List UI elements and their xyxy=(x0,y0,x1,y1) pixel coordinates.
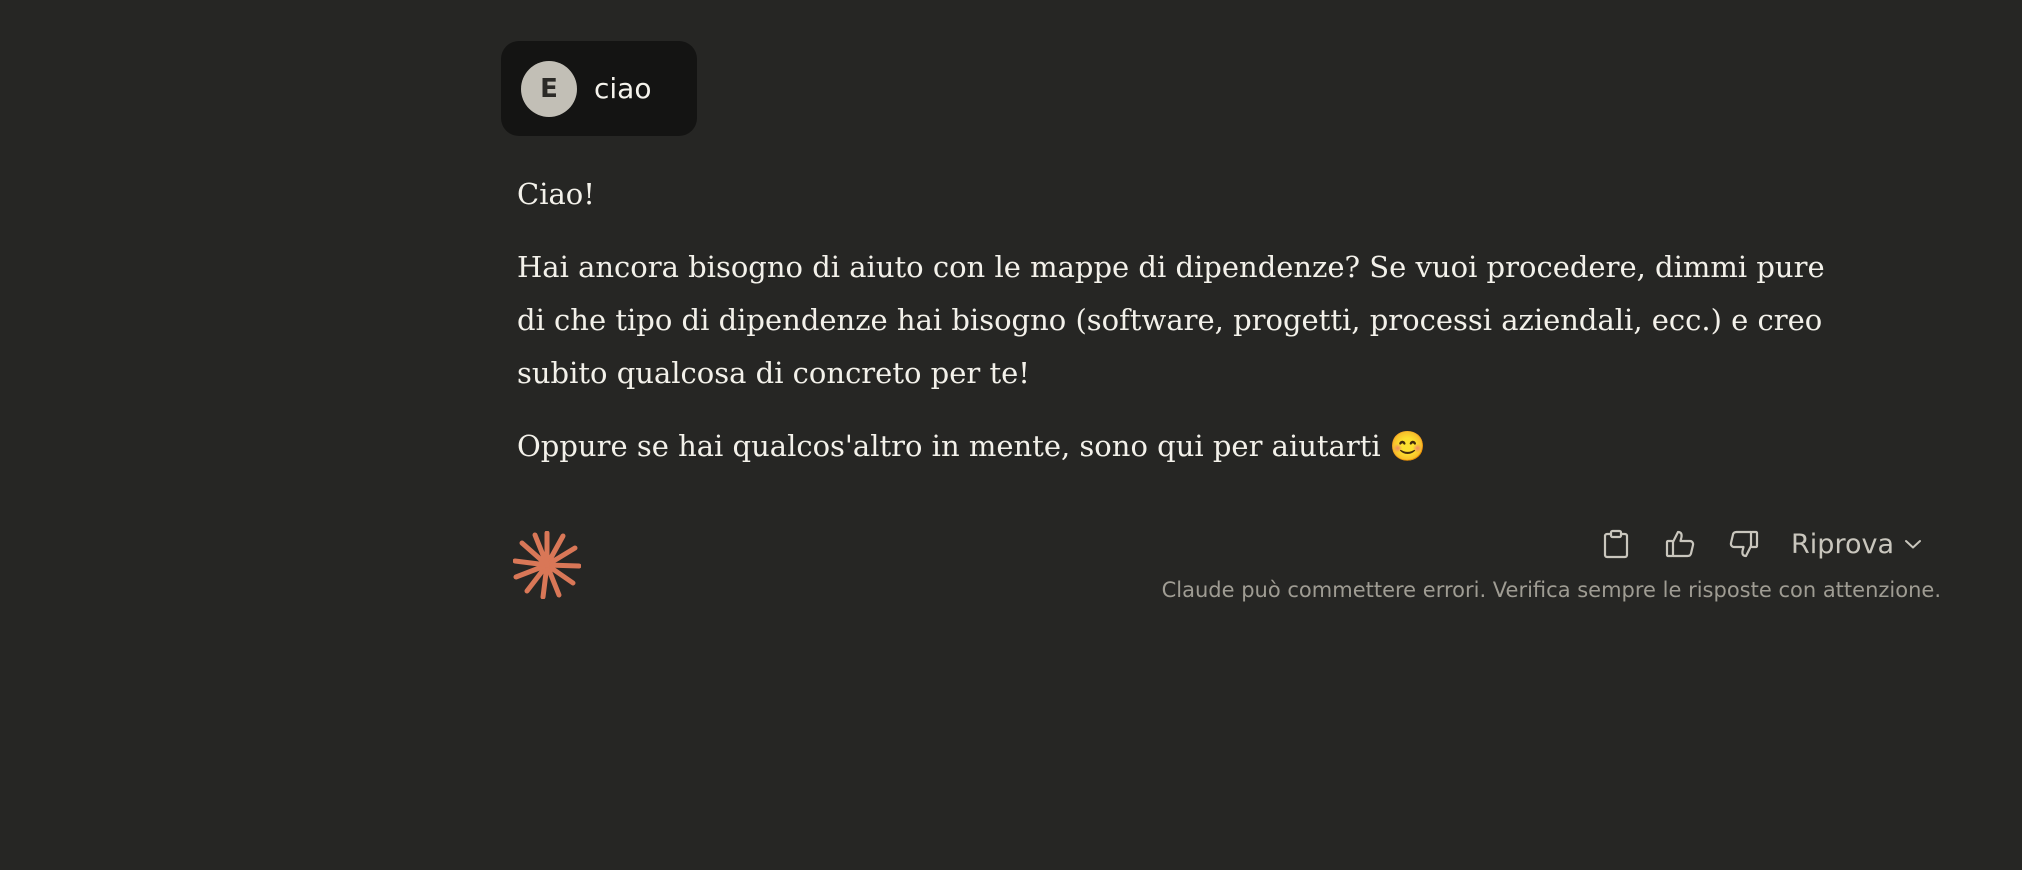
avatar: E xyxy=(521,60,577,117)
thumbs-down-icon[interactable] xyxy=(1727,527,1761,561)
user-message-bubble: E ciao xyxy=(501,41,697,136)
assistant-paragraph: Oppure se hai qualcos'altro in mente, so… xyxy=(517,429,1426,463)
assistant-message: Ciao! Hai ancora bisogno di aiuto con le… xyxy=(517,168,1857,493)
clipboard-icon[interactable] xyxy=(1599,527,1633,561)
assistant-paragraph: Ciao! xyxy=(517,177,595,211)
claude-logo-icon xyxy=(512,530,582,600)
user-message-text: ciao xyxy=(594,72,652,105)
disclaimer-text: Claude può commettere errori. Verifica s… xyxy=(1161,578,1941,602)
message-actions: Riprova xyxy=(1599,524,1922,564)
assistant-paragraph: Hai ancora bisogno di aiuto con le mappe… xyxy=(517,250,1825,390)
chevron-down-icon xyxy=(1905,540,1921,549)
retry-button[interactable]: Riprova xyxy=(1791,529,1922,560)
retry-label: Riprova xyxy=(1791,528,1894,560)
thumbs-up-icon[interactable] xyxy=(1663,527,1697,561)
